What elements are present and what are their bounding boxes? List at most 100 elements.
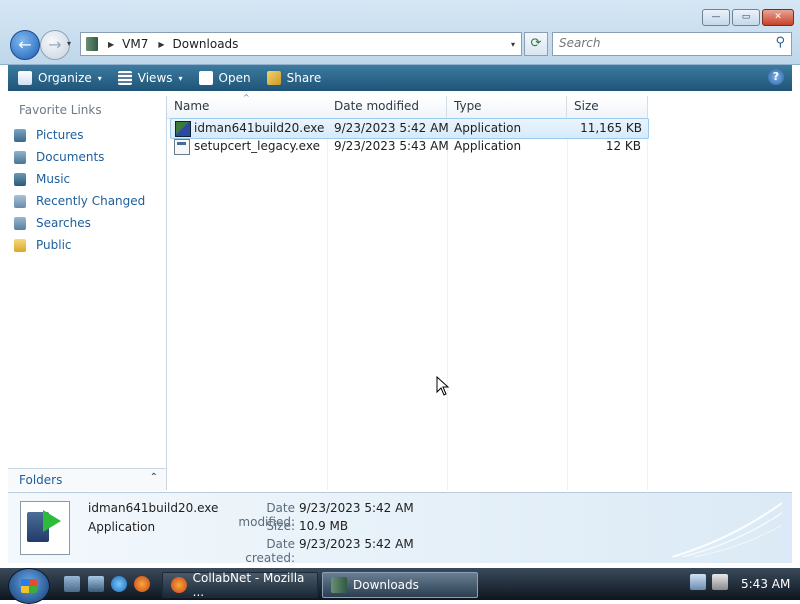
views-button[interactable]: Views ▾ (117, 71, 183, 85)
file-list: Name ^ Date modified Type Size idman641b… (167, 93, 792, 490)
clock[interactable]: 5:43 AM (741, 577, 790, 591)
documents-icon (14, 150, 26, 164)
taskbar-item-label: CollabNet - Mozilla ... (192, 571, 305, 599)
window-controls: — ▭ ✕ (702, 9, 794, 26)
column-header-date-modified[interactable]: Date modified (327, 96, 447, 119)
folder-icon (86, 37, 98, 51)
column-header-label: Name (174, 99, 210, 113)
switch-windows-icon[interactable] (88, 576, 104, 592)
minimize-button[interactable]: — (702, 9, 730, 26)
search-box[interactable]: ⚲ (552, 32, 792, 56)
start-button[interactable] (8, 568, 50, 604)
recently-changed-icon (14, 194, 26, 208)
nav-link-label: Recently Changed (36, 194, 146, 208)
chevron-down-icon: ▾ (97, 73, 102, 83)
details-date-created: 9/23/2023 5:42 AM (299, 537, 414, 551)
application-icon (174, 139, 190, 155)
recent-pages-dropdown[interactable]: ▾ (67, 39, 71, 48)
searches-icon (14, 216, 26, 230)
folders-label: Folders (19, 473, 63, 487)
file-name: idman641build20.exe (194, 121, 325, 135)
mouse-cursor-icon (436, 376, 450, 396)
command-bar: Organize ▾ Views ▾ Open Share ? (8, 65, 792, 91)
application-large-icon (20, 501, 70, 555)
details-pane: idman641build20.exe Application Date mod… (8, 492, 792, 565)
share-button[interactable]: Share (266, 71, 322, 85)
volume-muted-icon[interactable] (712, 574, 728, 590)
nav-link-pictures[interactable]: Pictures (14, 125, 84, 145)
column-divider (327, 118, 328, 490)
organize-button[interactable]: Organize ▾ (18, 71, 102, 85)
decorative-swoosh (672, 502, 782, 557)
close-button[interactable]: ✕ (762, 9, 794, 26)
file-type: Application (454, 121, 522, 135)
maximize-button[interactable]: ▭ (732, 9, 760, 26)
back-button[interactable]: ← (10, 30, 40, 60)
explorer-icon (331, 577, 347, 593)
nav-link-music[interactable]: Music (14, 169, 70, 189)
folders-toggle[interactable]: Folders ⌃ (8, 468, 166, 491)
file-date-modified: 9/23/2023 5:43 AM (334, 139, 449, 153)
breadcrumb-separator[interactable]: ▶ (158, 40, 164, 49)
breadcrumb-downloads[interactable]: Downloads (173, 37, 239, 51)
forward-button[interactable]: → (40, 30, 70, 60)
breadcrumb-vm7[interactable]: VM7 (122, 37, 148, 51)
open-label: Open (218, 71, 251, 85)
views-icon (117, 71, 132, 85)
details-size-label: Size: (266, 519, 295, 533)
column-divider (447, 118, 448, 490)
details-file-name: idman641build20.exe (88, 501, 219, 515)
details-file-type: Application (88, 520, 156, 534)
file-date-modified: 9/23/2023 5:42 AM (334, 121, 449, 135)
details-date-modified: 9/23/2023 5:42 AM (299, 501, 414, 515)
show-desktop-icon[interactable] (64, 576, 80, 592)
organize-label: Organize (38, 71, 92, 85)
nav-link-label: Pictures (36, 128, 84, 142)
nav-link-public[interactable]: Public (14, 235, 72, 255)
nav-link-recently-changed[interactable]: Recently Changed (14, 191, 145, 211)
arrow-icon (43, 510, 61, 532)
chevron-down-icon: ▾ (178, 73, 183, 83)
firefox-icon (171, 577, 187, 593)
share-label: Share (286, 71, 322, 85)
file-size: 11,165 KB (580, 121, 642, 135)
nav-link-searches[interactable]: Searches (14, 213, 91, 233)
organize-icon (18, 71, 32, 85)
file-name: setupcert_legacy.exe (194, 139, 320, 153)
internet-explorer-icon[interactable] (111, 576, 127, 592)
firefox-icon[interactable] (134, 576, 150, 592)
address-bar[interactable]: ▶ VM7 ▶ Downloads ▾ (80, 32, 522, 56)
file-row-setupcert-legacy[interactable]: setupcert_legacy.exe 9/23/2023 5:43 AM A… (170, 137, 647, 156)
column-header-type[interactable]: Type (447, 96, 567, 119)
column-header-label: Type (454, 99, 482, 113)
views-label: Views (137, 71, 173, 85)
breadcrumb-separator[interactable]: ▶ (108, 40, 114, 49)
file-row-idman641build20[interactable]: idman641build20.exe 9/23/2023 5:42 AM Ap… (170, 118, 649, 139)
search-input[interactable] (553, 33, 775, 53)
chevron-up-icon: ⌃ (149, 472, 158, 483)
column-header-name[interactable]: Name ^ (167, 93, 328, 119)
column-header-size[interactable]: Size (567, 96, 648, 119)
address-dropdown-icon[interactable]: ▾ (511, 40, 515, 49)
system-tray (690, 574, 728, 590)
help-icon[interactable]: ? (768, 69, 784, 85)
column-divider (567, 118, 568, 490)
sort-ascending-icon: ^ (243, 93, 250, 102)
file-size: 12 KB (605, 139, 641, 153)
taskbar-item-downloads[interactable]: Downloads (322, 572, 478, 598)
nav-link-documents[interactable]: Documents (14, 147, 104, 167)
taskbar-item-label: Downloads (353, 578, 419, 592)
nav-link-label: Music (36, 172, 71, 186)
favorite-links-heading: Favorite Links (19, 103, 102, 117)
share-icon (266, 71, 281, 85)
refresh-button[interactable]: ⟳ (524, 32, 548, 56)
search-icon[interactable]: ⚲ (775, 35, 785, 50)
application-icon (175, 121, 191, 137)
network-icon[interactable] (690, 574, 706, 590)
column-divider (647, 118, 648, 490)
nav-link-label: Public (36, 238, 72, 252)
column-header-label: Size (574, 99, 599, 113)
public-folder-icon (14, 238, 26, 252)
open-button[interactable]: Open (198, 71, 251, 85)
taskbar-item-firefox[interactable]: CollabNet - Mozilla ... (162, 571, 318, 599)
